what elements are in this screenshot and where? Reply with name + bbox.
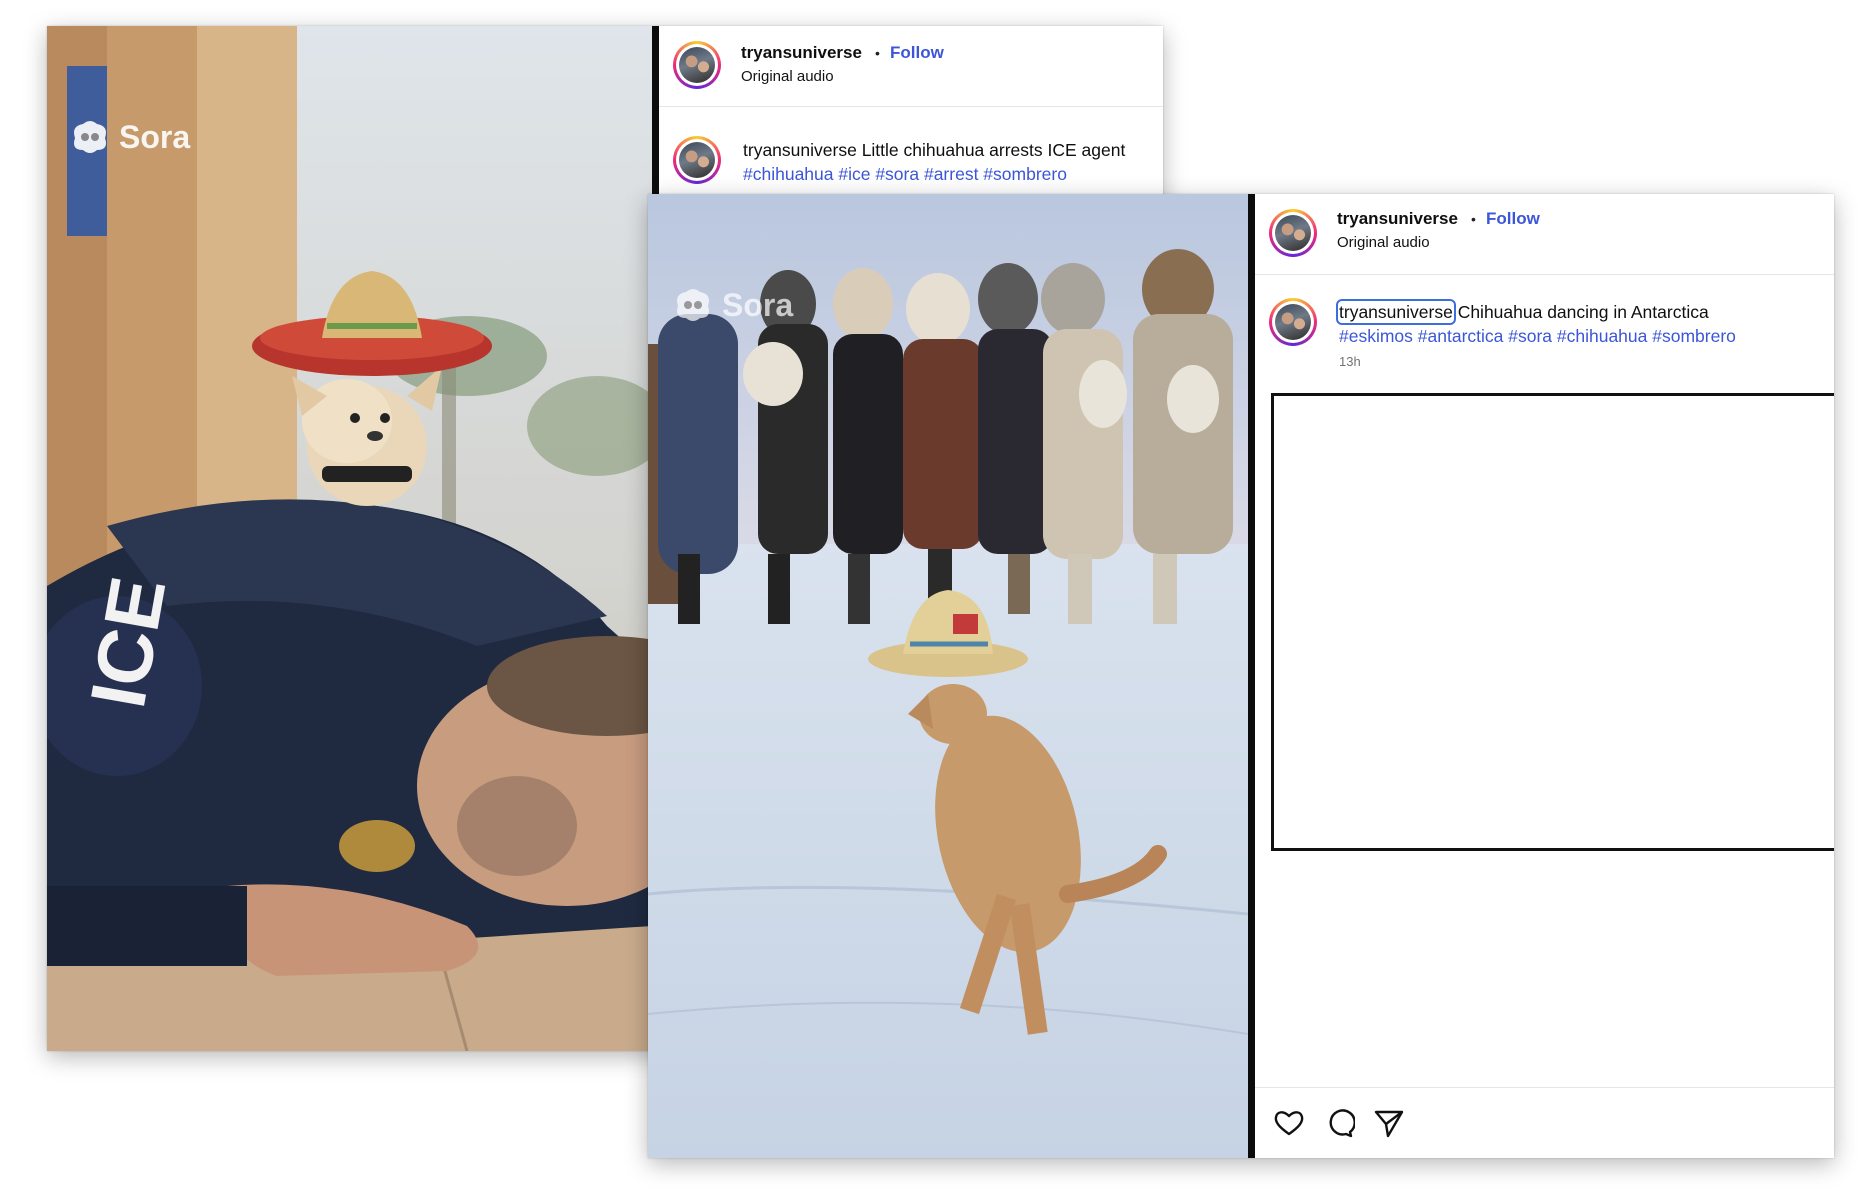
dancing-chihuahua-scene-image bbox=[648, 194, 1248, 1158]
separator-dot: • bbox=[875, 45, 880, 61]
post-header: tryansuniverse • Follow Original audio bbox=[1255, 194, 1834, 275]
caption-text: tryansuniverse Little chihuahua arrests … bbox=[743, 138, 1155, 186]
caption-body: Little chihuahua arrests ICE agent bbox=[861, 140, 1126, 160]
follow-button[interactable]: Follow bbox=[890, 43, 944, 63]
comment-icon[interactable] bbox=[1323, 1107, 1356, 1139]
post-header: tryansuniverse • Follow Original audio bbox=[659, 26, 1163, 107]
sora-watermark: Sora bbox=[672, 286, 793, 324]
post-timestamp: 13h bbox=[1339, 354, 1361, 369]
front-post-video[interactable]: Sora bbox=[648, 194, 1248, 1158]
separator-dot: • bbox=[1471, 211, 1476, 227]
caption-username[interactable]: tryansuniverse bbox=[743, 140, 857, 160]
blank-overlay-box bbox=[1271, 393, 1834, 851]
caption-username[interactable]: tryansuniverse bbox=[1336, 299, 1456, 325]
username-link[interactable]: tryansuniverse bbox=[741, 43, 862, 63]
caption-hashtags[interactable]: #eskimos #antarctica #sora #chihuahua #s… bbox=[1339, 326, 1736, 346]
heart-icon[interactable] bbox=[1273, 1107, 1305, 1139]
share-icon[interactable] bbox=[1373, 1107, 1405, 1139]
sora-logo-icon bbox=[69, 118, 111, 156]
audio-link[interactable]: Original audio bbox=[741, 68, 834, 85]
back-post-video[interactable]: ICE Sora bbox=[47, 26, 652, 1051]
sora-watermark-text: Sora bbox=[722, 286, 794, 323]
caption-body: Chihuahua dancing in Antarctica bbox=[1457, 302, 1709, 322]
front-post-card: Sora tryansuniverse • Follow Original au… bbox=[648, 194, 1834, 1158]
ice-agent-scene-image: ICE bbox=[47, 26, 652, 1051]
caption-hashtags[interactable]: #chihuahua #ice #sora #arrest #sombrero bbox=[743, 164, 1067, 184]
avatar[interactable] bbox=[1269, 209, 1317, 257]
sora-watermark-text: Sora bbox=[119, 118, 191, 155]
media-divider bbox=[1248, 194, 1255, 1158]
sora-logo-icon bbox=[672, 286, 714, 324]
caption-text: tryansuniverse Chihuahua dancing in Anta… bbox=[1336, 299, 1826, 348]
audio-link[interactable]: Original audio bbox=[1337, 234, 1430, 251]
action-bar bbox=[1255, 1087, 1834, 1158]
avatar[interactable] bbox=[673, 41, 721, 89]
sora-watermark: Sora bbox=[69, 118, 190, 156]
username-link[interactable]: tryansuniverse bbox=[1337, 209, 1458, 229]
follow-button[interactable]: Follow bbox=[1486, 209, 1540, 229]
front-post-sidebar: tryansuniverse • Follow Original audio t… bbox=[1255, 194, 1834, 1158]
avatar[interactable] bbox=[673, 136, 721, 184]
avatar[interactable] bbox=[1269, 298, 1317, 346]
